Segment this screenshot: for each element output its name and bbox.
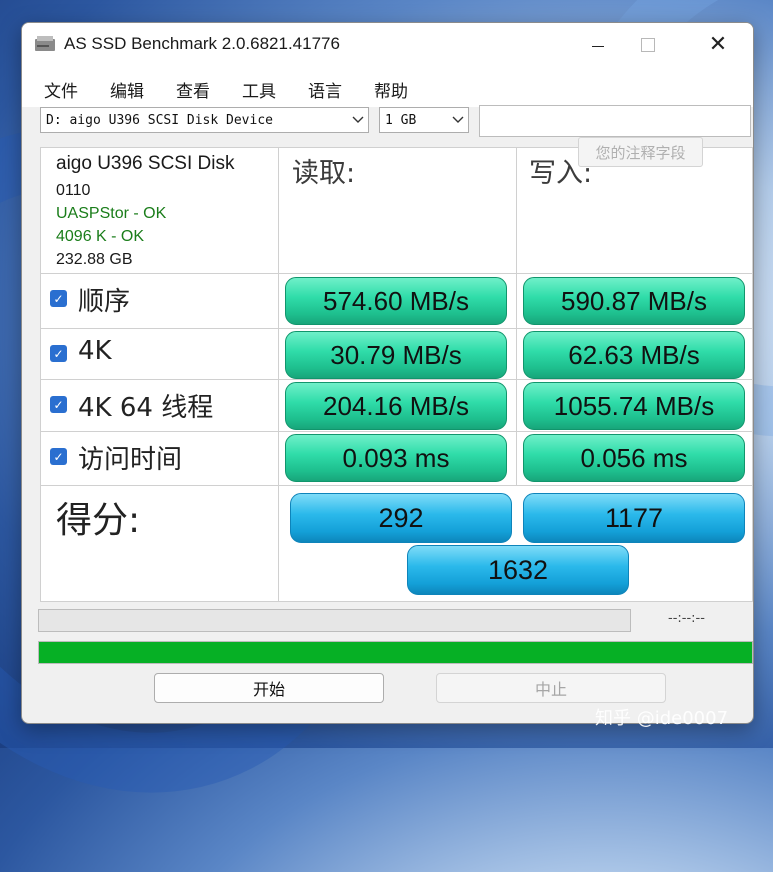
drive-select-value: D: aigo U396 SCSI Disk Device xyxy=(46,112,273,128)
size-select[interactable]: 1 GB xyxy=(379,107,469,133)
start-button[interactable]: 开始 xyxy=(154,673,384,703)
overall-progress-bar xyxy=(38,641,753,664)
seq-label: 顺序 xyxy=(78,287,131,317)
grid-line xyxy=(40,328,753,329)
driver-status: UASPStor - OK xyxy=(56,205,167,222)
grid-line xyxy=(40,485,753,486)
menu-language[interactable]: 语言 xyxy=(308,77,342,102)
grid-line xyxy=(40,147,41,602)
device-firmware: 0110 xyxy=(56,182,91,199)
task-progress-bar xyxy=(38,609,631,632)
score-label: 得分: xyxy=(56,500,141,541)
alignment-status: 4096 K - OK xyxy=(56,228,145,245)
app-window: AS SSD Benchmark 2.0.6821.41776 ✕ 文件 编辑 … xyxy=(21,22,754,724)
4k64-write-result: 1055.74 MB/s xyxy=(523,382,745,430)
4k64-checkbox[interactable]: ✓ xyxy=(50,396,67,413)
checkmark-icon: ✓ xyxy=(53,346,64,361)
grid-line xyxy=(40,379,753,380)
4k-read-result: 30.79 MB/s xyxy=(285,331,507,379)
read-column-header: 读取: xyxy=(292,158,356,189)
comment-tooltip: 您的注释字段 xyxy=(578,137,703,167)
4k-write-result: 62.63 MB/s xyxy=(523,331,745,379)
access-time-checkbox[interactable]: ✓ xyxy=(50,448,67,465)
4k-label: 4K xyxy=(78,336,112,366)
seq-checkbox[interactable]: ✓ xyxy=(50,290,67,307)
checkmark-icon: ✓ xyxy=(53,291,64,306)
total-score: 1632 xyxy=(407,545,629,595)
chevron-down-icon xyxy=(448,108,468,132)
access-time-write-result: 0.056 ms xyxy=(523,434,745,482)
menu-file[interactable]: 文件 xyxy=(44,77,78,102)
menu-help[interactable]: 帮助 xyxy=(374,77,408,102)
close-icon: ✕ xyxy=(708,32,728,57)
maximize-icon xyxy=(641,38,655,52)
grid-line xyxy=(278,147,279,602)
menu-edit[interactable]: 编辑 xyxy=(110,77,144,102)
menu-bar: 文件 编辑 查看 工具 语言 帮助 xyxy=(22,67,753,107)
grid-line xyxy=(40,601,753,602)
title-bar: AS SSD Benchmark 2.0.6821.41776 ✕ xyxy=(22,23,753,67)
menu-tools[interactable]: 工具 xyxy=(242,77,276,102)
write-score: 1177 xyxy=(523,493,745,543)
access-time-label: 访问时间 xyxy=(78,445,183,475)
read-score: 292 xyxy=(290,493,512,543)
4k64-label: 4K 64 线程 xyxy=(78,393,214,423)
seq-write-result: 590.87 MB/s xyxy=(523,277,745,325)
window-title: AS SSD Benchmark 2.0.6821.41776 xyxy=(64,34,340,53)
grid-line xyxy=(40,431,753,432)
chevron-down-icon xyxy=(348,108,368,132)
drive-select[interactable]: D: aigo U396 SCSI Disk Device xyxy=(40,107,369,133)
grid-line xyxy=(752,147,753,602)
maximize-button[interactable] xyxy=(617,23,679,67)
drive-app-icon xyxy=(35,36,55,51)
seq-read-result: 574.60 MB/s xyxy=(285,277,507,325)
comment-input[interactable] xyxy=(479,105,751,137)
overall-progress-fill xyxy=(39,642,752,663)
checkmark-icon: ✓ xyxy=(53,449,64,464)
device-capacity: 232.88 GB xyxy=(56,251,133,268)
abort-button[interactable]: 中止 xyxy=(436,673,666,703)
elapsed-time: --:--:-- xyxy=(668,611,705,626)
device-name: aigo U396 SCSI Disk xyxy=(56,153,235,174)
4k-checkbox[interactable]: ✓ xyxy=(50,345,67,362)
minimize-icon xyxy=(592,45,604,47)
grid-line xyxy=(516,147,517,485)
grid-line xyxy=(40,273,753,274)
access-time-read-result: 0.093 ms xyxy=(285,434,507,482)
menu-view[interactable]: 查看 xyxy=(176,77,210,102)
checkmark-icon: ✓ xyxy=(53,397,64,412)
close-button[interactable]: ✕ xyxy=(687,23,749,67)
results-grid: aigo U396 SCSI Disk 0110 UASPStor - OK 4… xyxy=(40,147,753,602)
4k64-read-result: 204.16 MB/s xyxy=(285,382,507,430)
watermark-text: 知乎 @ide0007 xyxy=(595,708,729,729)
size-select-value: 1 GB xyxy=(385,112,417,128)
